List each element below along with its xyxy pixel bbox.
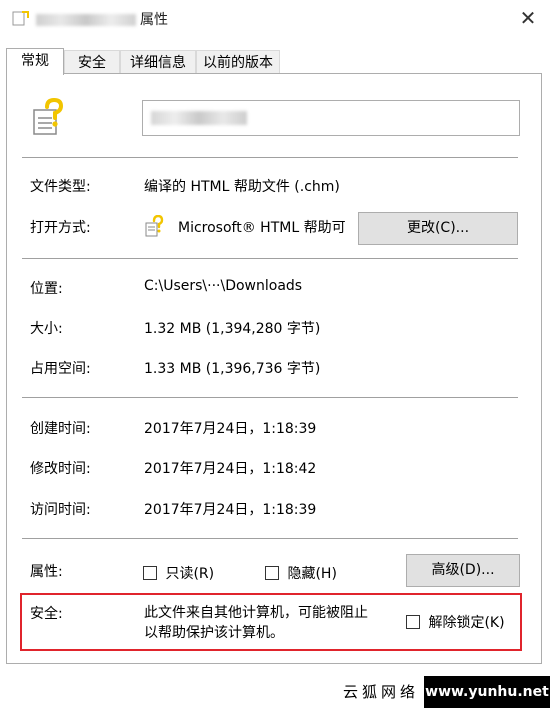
watermark-brand: 云狐网络	[338, 676, 424, 708]
file-icon	[12, 11, 29, 26]
readonly-checkbox-box[interactable]	[143, 566, 157, 580]
window-title: 属性	[36, 9, 168, 29]
help-app-icon	[145, 215, 164, 237]
change-button[interactable]: 更改(C)...	[358, 212, 518, 245]
divider	[22, 258, 518, 259]
blurred-filename	[36, 14, 136, 26]
readonly-label: 只读(R)	[165, 566, 215, 582]
tab-security[interactable]: 安全	[64, 50, 120, 74]
hidden-checkbox-box[interactable]	[265, 566, 279, 580]
file-type-label: 文件类型:	[30, 179, 91, 195]
tab-details[interactable]: 详细信息	[120, 50, 196, 74]
readonly-checkbox[interactable]: 只读(R)	[143, 563, 214, 583]
accessed-label: 访问时间:	[30, 502, 91, 518]
size-on-disk-label: 占用空间:	[30, 361, 91, 377]
advanced-button[interactable]: 高级(D)...	[406, 554, 520, 587]
close-icon: ✕	[519, 6, 537, 30]
opens-with-label: 打开方式:	[30, 220, 91, 236]
modified-value: 2017年7月24日，1:18:42	[144, 461, 317, 477]
blurred-filename-text	[151, 111, 247, 125]
watermark: 云狐网络 www.yunhu.net	[338, 676, 550, 708]
unblock-checkbox-box[interactable]	[406, 615, 420, 629]
size-label: 大小:	[30, 321, 63, 337]
title-bar: 属性 ✕	[0, 0, 550, 38]
divider	[22, 157, 518, 158]
divider	[22, 538, 518, 539]
chm-help-icon	[33, 98, 64, 135]
tab-previous-versions[interactable]: 以前的版本	[196, 50, 280, 74]
accessed-value: 2017年7月24日，1:18:39	[144, 502, 317, 518]
location-label: 位置:	[30, 281, 63, 297]
window-title-text: 属性	[140, 12, 168, 28]
unblock-label: 解除锁定(K)	[428, 615, 505, 631]
security-message-line2: 以帮助保护该计算机。	[144, 625, 284, 641]
size-value: 1.32 MB (1,394,280 字节)	[144, 321, 321, 337]
security-message-line1: 此文件来自其他计算机，可能被阻止	[144, 605, 368, 621]
tab-general[interactable]: 常规	[6, 48, 64, 75]
opens-with-value: Microsoft® HTML 帮助可	[178, 220, 346, 236]
modified-label: 修改时间:	[30, 461, 91, 477]
location-value: C:\Users\···\Downloads	[144, 278, 303, 294]
attributes-label: 属性:	[30, 564, 63, 580]
file-type-value: 编译的 HTML 帮助文件 (.chm)	[144, 179, 340, 195]
size-on-disk-value: 1.33 MB (1,396,736 字节)	[144, 361, 321, 377]
hidden-label: 隐藏(H)	[287, 566, 337, 582]
divider	[22, 397, 518, 398]
filename-input[interactable]	[142, 100, 520, 136]
security-label: 安全:	[30, 606, 63, 622]
close-button[interactable]: ✕	[516, 6, 540, 30]
created-label: 创建时间:	[30, 421, 91, 437]
watermark-url: www.yunhu.net	[424, 676, 550, 708]
created-value: 2017年7月24日，1:18:39	[144, 421, 317, 437]
hidden-checkbox[interactable]: 隐藏(H)	[265, 563, 337, 583]
unblock-checkbox[interactable]: 解除锁定(K)	[406, 612, 505, 632]
